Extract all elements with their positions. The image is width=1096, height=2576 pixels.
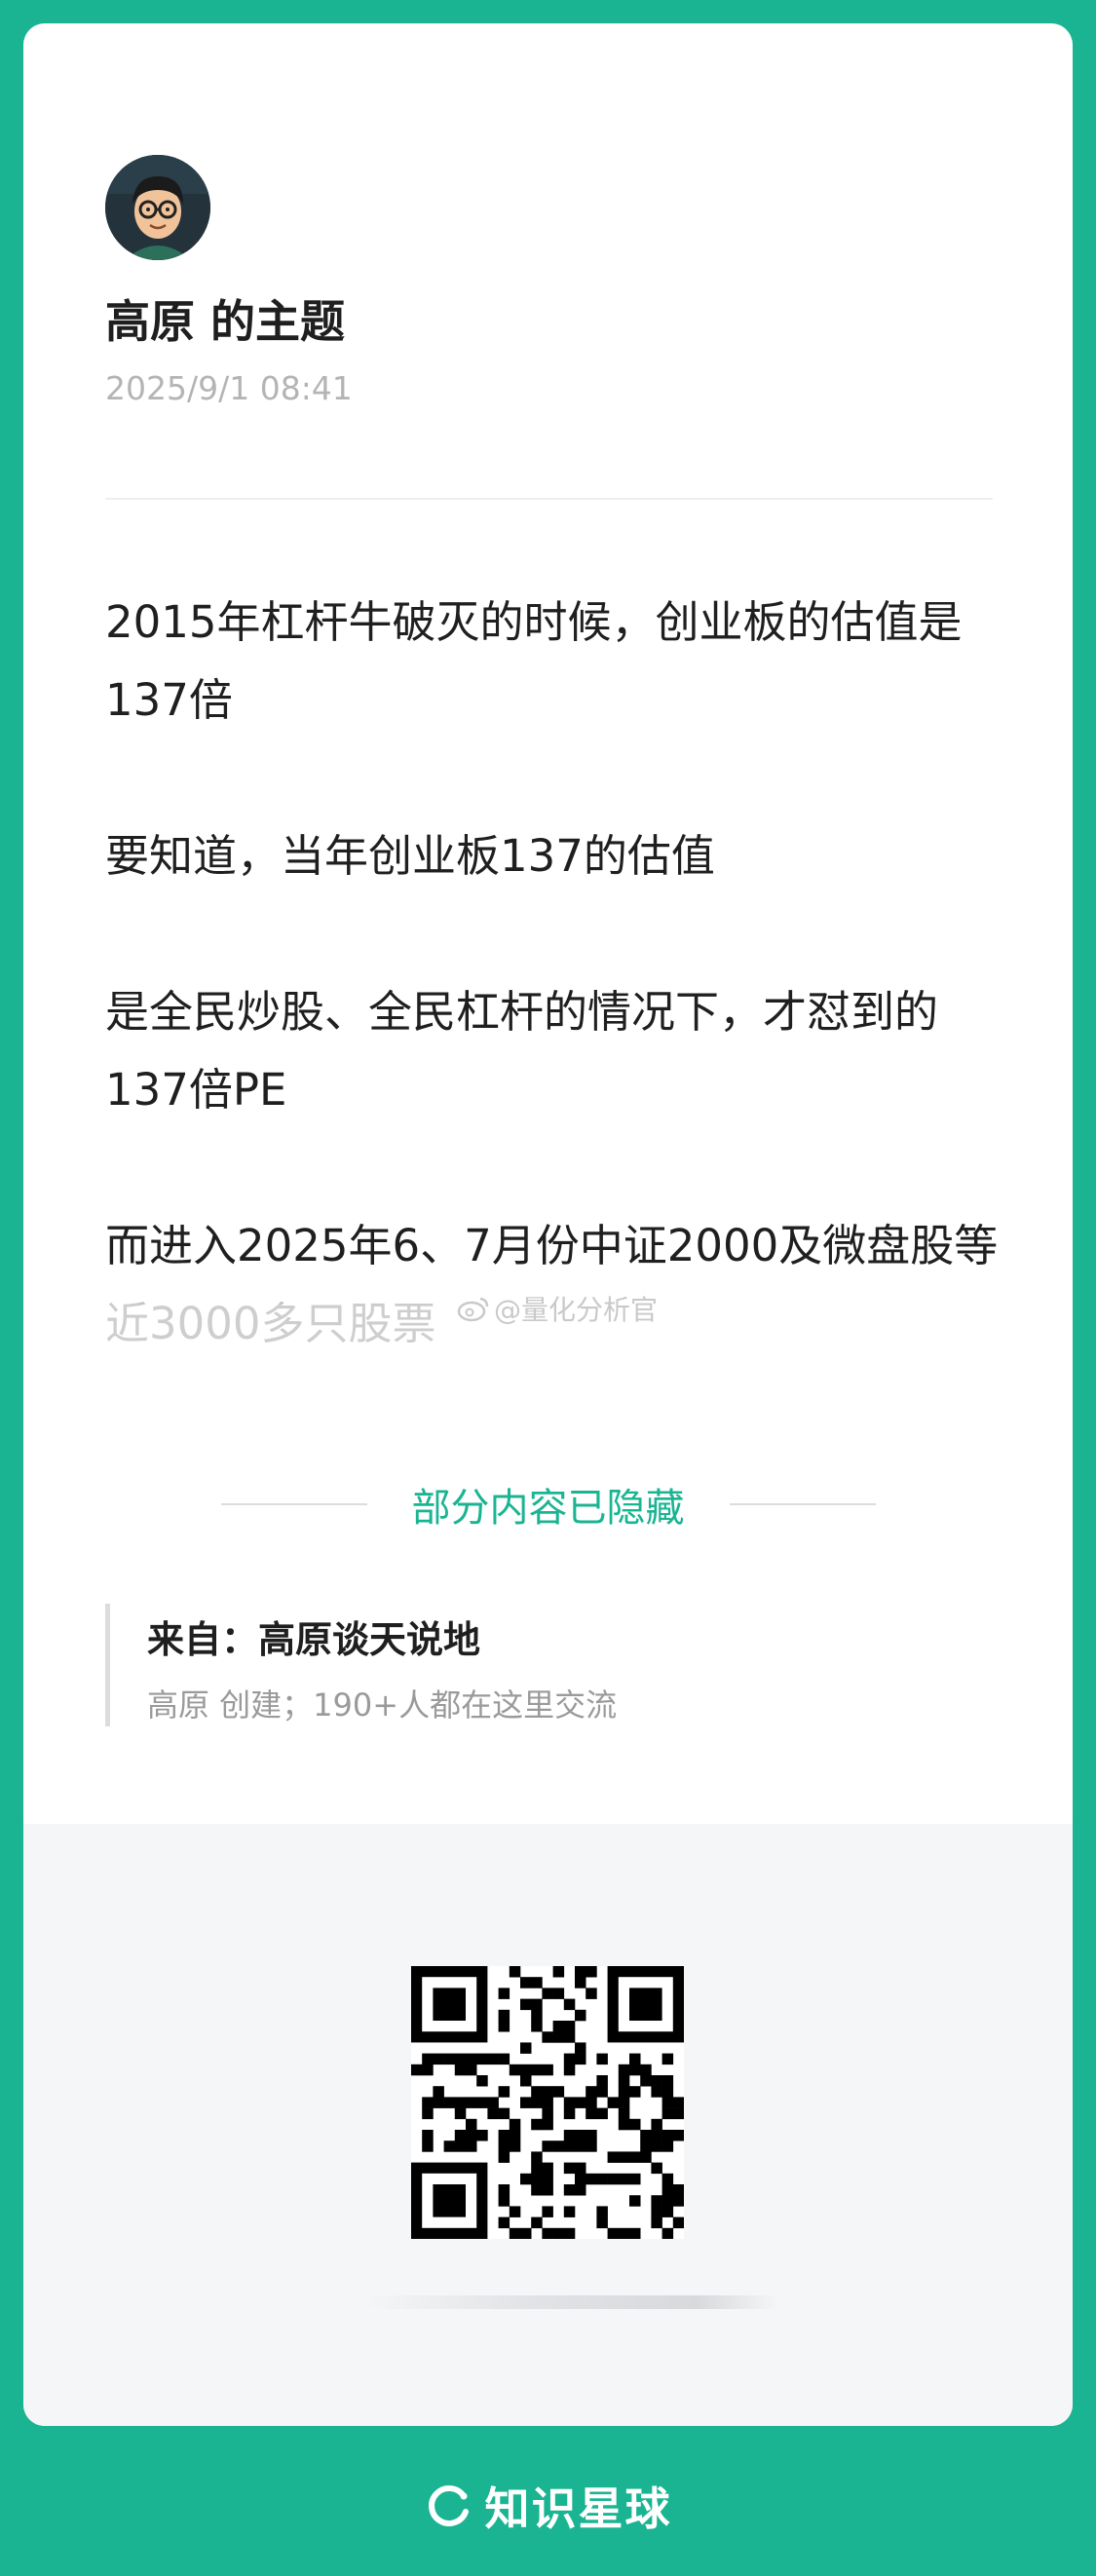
qr-code[interactable] — [411, 1966, 685, 2240]
post-paragraph: 是全民炒股、全民杠杆的情况下，才怼到的137倍PE — [105, 986, 939, 1116]
header-divider — [105, 498, 993, 500]
source-title: 来自：高原谈天说地 — [147, 1618, 481, 1661]
post-card: 高原 的主题 2025/9/1 08:41 2015年杠杆牛破灭的时候，创业板的… — [23, 23, 1073, 2426]
weibo-icon — [457, 1297, 489, 1322]
brand-name: 知识星球 — [484, 2482, 672, 2535]
notice-divider-right — [729, 1503, 876, 1505]
post-paragraph: 2015年杠杆牛破灭的时候，创业板的估值是137倍 — [105, 596, 963, 726]
post-paragraph-truncated: 而进入2025年6、7月份中证2000及微盘股等近3000多只股票 — [105, 1220, 999, 1349]
watermark: @量化分析官 — [457, 1289, 658, 1328]
hidden-content-notice: 部分内容已隐藏 — [23, 1475, 1073, 1534]
post-timestamp: 2025/9/1 08:41 — [105, 369, 353, 407]
hidden-content-label: 部分内容已隐藏 — [411, 1486, 685, 1531]
watermark-text: @量化分析官 — [494, 1294, 659, 1326]
planet-ring-icon — [428, 2485, 469, 2526]
footer-brand: 知识星球 — [0, 2467, 1096, 2545]
source-block[interactable]: 来自：高原谈天说地 高原 创建；190+人都在这里交流 — [105, 1604, 617, 1726]
qr-section — [23, 1824, 1073, 2426]
qr-caption-blur — [364, 2295, 778, 2309]
author-avatar[interactable] — [105, 155, 210, 260]
post-paragraph: 要知道，当年创业板137的估值 — [105, 830, 715, 882]
notice-divider-left — [220, 1503, 367, 1505]
post-author-title: 高原 的主题 — [105, 295, 346, 348]
source-subtitle: 高原 创建；190+人都在这里交流 — [147, 1686, 618, 1724]
